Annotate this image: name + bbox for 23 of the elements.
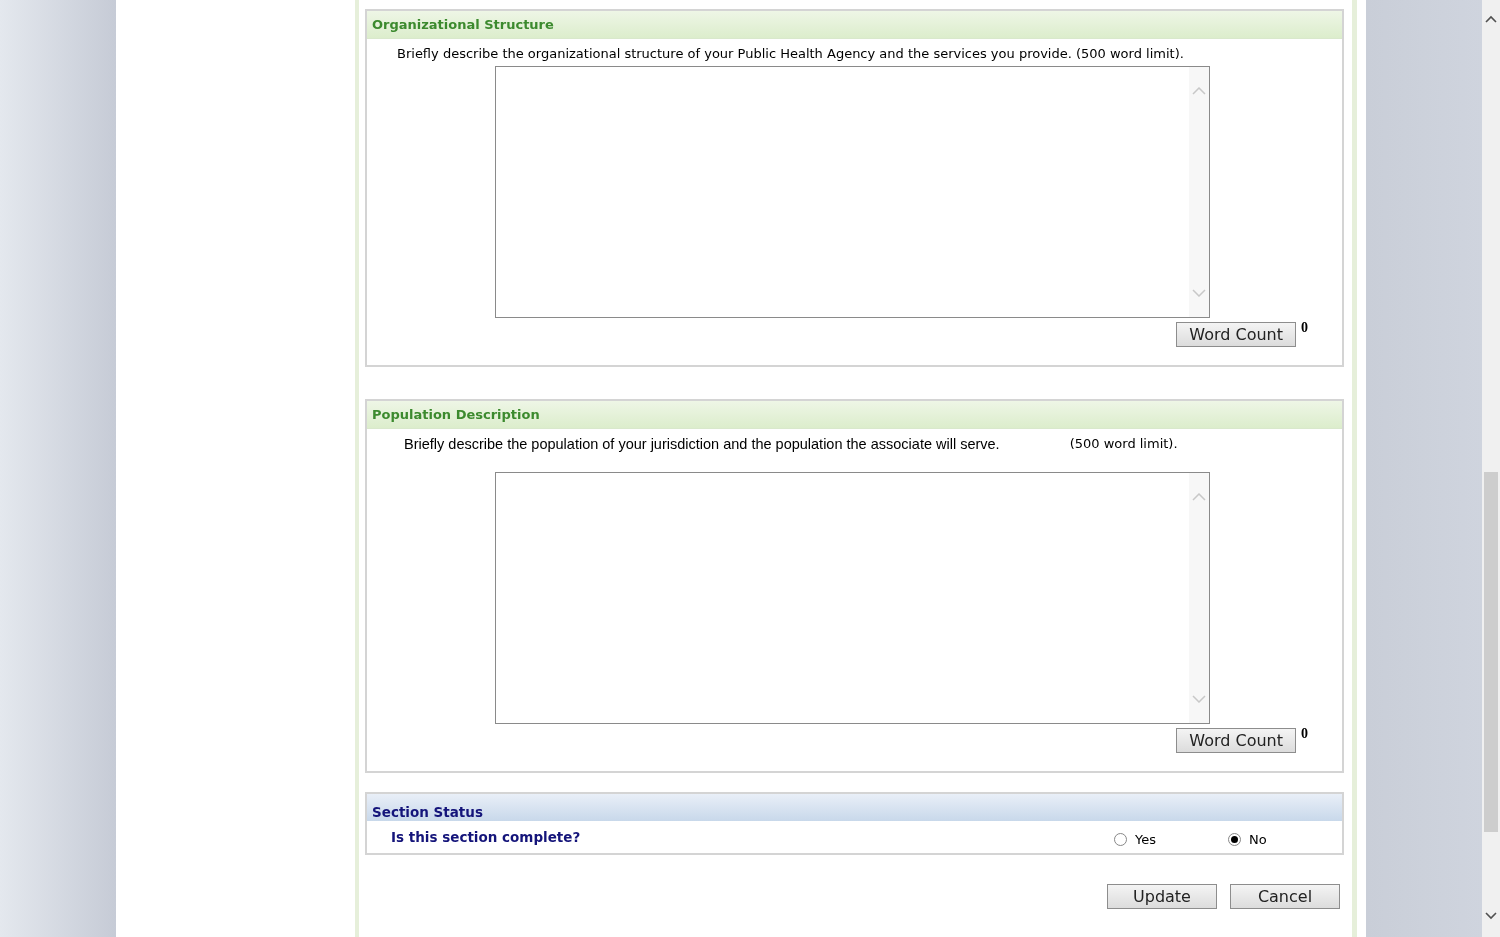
radio-label: Yes bbox=[1135, 831, 1156, 847]
scroll-up-icon[interactable] bbox=[1485, 14, 1497, 24]
word-count-value: 0 bbox=[1301, 726, 1308, 742]
radio-label: No bbox=[1249, 831, 1267, 847]
word-count-button[interactable]: Word Count bbox=[1176, 322, 1296, 347]
scroll-down-icon[interactable] bbox=[1485, 911, 1497, 921]
instruction-text: Briefly describe the organizational structure of your Public Health Agency and the services you provide. (500 word limit). bbox=[397, 46, 1184, 61]
question-text: Is this section complete? bbox=[391, 829, 582, 845]
radio-button[interactable] bbox=[1228, 832, 1241, 846]
action-button[interactable]: Cancel bbox=[1230, 884, 1340, 909]
radio-button[interactable] bbox=[1114, 832, 1127, 846]
instruction-text: Briefly describe the population of your jurisdiction and the population the associate will serve. bbox=[404, 436, 1000, 452]
scrollbar[interactable] bbox=[1482, 0, 1500, 937]
action-button[interactable]: Update bbox=[1107, 884, 1217, 909]
section-title: Section Status bbox=[372, 804, 483, 821]
text-area[interactable] bbox=[495, 66, 1210, 318]
scrollbar-thumb[interactable] bbox=[1484, 472, 1498, 832]
section-title: Organizational Structure bbox=[372, 17, 554, 32]
word-count-value: 0 bbox=[1301, 320, 1308, 336]
text-area[interactable] bbox=[495, 472, 1210, 724]
word-count-button[interactable]: Word Count bbox=[1176, 728, 1296, 753]
word-limit-text: (500 word limit). bbox=[1069, 436, 1178, 452]
section-title: Population Description bbox=[372, 407, 540, 422]
